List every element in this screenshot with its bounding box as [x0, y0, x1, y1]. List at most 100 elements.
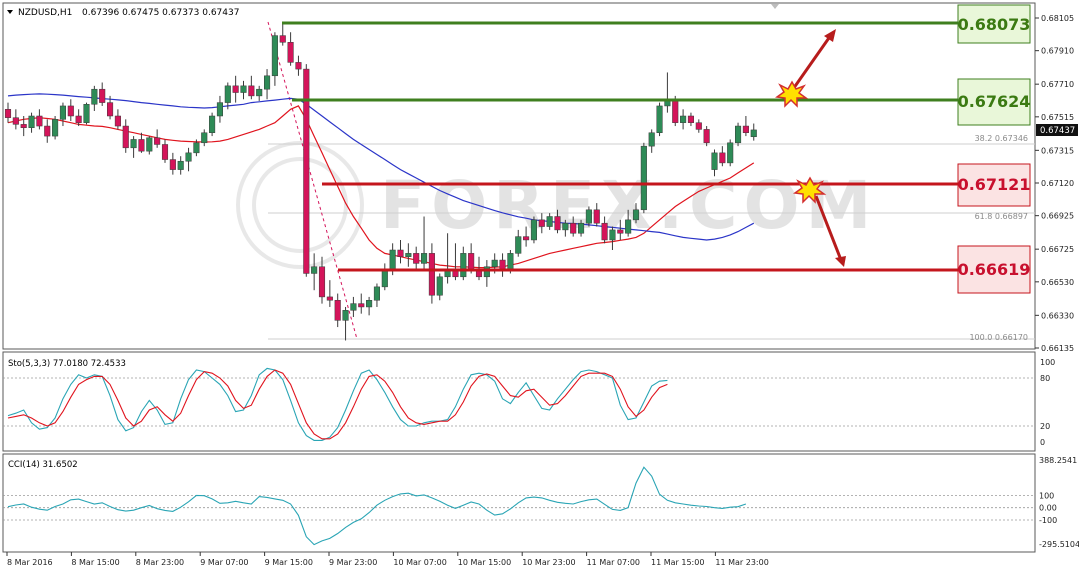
fib-label-100: 100.0 0.66170: [969, 333, 1028, 342]
time-tick-label: 11 Mar 23:00: [715, 558, 768, 567]
candle-body-bull: [83, 104, 90, 123]
candle-body-bull: [436, 276, 443, 296]
candle-body-bull: [491, 259, 498, 268]
candle-body-bear: [687, 115, 695, 123]
candle-body-bear: [742, 125, 749, 133]
candle-body-bear: [413, 253, 420, 264]
price-tick-label: 0.67120: [1041, 179, 1074, 188]
candle-body-bull: [389, 249, 396, 271]
candle: [52, 115, 59, 140]
candle-body-bull: [421, 253, 428, 264]
candle-body-bear: [523, 236, 530, 241]
symbol-label: NZDUSD,H1: [18, 8, 72, 18]
candle-body-bear: [287, 42, 294, 63]
candle-body-bear: [318, 266, 326, 298]
candle-body-bull: [193, 142, 200, 154]
time-tick-label: 9 Mar 23:00: [329, 558, 377, 567]
time-tick-label: 8 Mar 2016: [7, 558, 53, 567]
candle-body-bull: [625, 219, 632, 234]
price-tick-label: 0.68105: [1041, 14, 1074, 23]
time-tick-label: 10 Mar 07:00: [393, 558, 446, 567]
candle-body-bear: [279, 35, 286, 43]
stochastic-tick-label: 0: [1040, 438, 1045, 447]
candle-body-bear: [154, 137, 161, 145]
candle-body-bear: [99, 88, 106, 103]
candle-body-bear: [12, 117, 19, 125]
cci-tick-label: 0.00: [1039, 504, 1057, 513]
cci-tick-label: -100: [1039, 516, 1057, 525]
candle-body-bear: [703, 129, 710, 144]
candle-body-bear: [468, 253, 475, 271]
current-price-value: 0.67437: [1040, 126, 1075, 136]
candle-body-bull: [562, 222, 569, 231]
candle-body-bull: [546, 216, 553, 227]
candle: [530, 216, 538, 244]
candle-body-bear: [169, 159, 176, 170]
candle-body-bull: [578, 222, 585, 234]
candle-body-bear: [428, 253, 435, 296]
candle-body-bull: [271, 35, 278, 77]
time-tick-label: 8 Mar 15:00: [71, 558, 119, 567]
candle-body-bear: [138, 139, 145, 152]
candle-body-bear: [601, 222, 608, 241]
candle: [656, 102, 663, 137]
level-value-support-1: 0.67121: [958, 175, 1031, 194]
candle-body-bear: [719, 152, 726, 164]
candle-body-bull: [735, 125, 742, 144]
time-tick-label: 10 Mar 23:00: [522, 558, 575, 567]
candle-body-bull: [632, 209, 640, 221]
candle-body-bull: [224, 85, 231, 103]
candle-body-bull: [460, 253, 467, 278]
candle: [303, 64, 310, 277]
candle-body-bear: [67, 105, 74, 117]
candle-body-bull: [381, 269, 388, 288]
fib-label-38: 38.2 0.67346: [975, 134, 1028, 143]
candle-body-bear: [44, 125, 51, 137]
price-tick-label: 0.67710: [1041, 80, 1074, 89]
candle-body-bear: [36, 115, 43, 127]
cci-tick-label: 100: [1039, 491, 1054, 500]
candle-body-bear: [20, 124, 27, 128]
candle-body-bull: [515, 236, 522, 254]
stochastic-tick-label: 20: [1040, 422, 1050, 431]
candle-body-bear: [326, 296, 333, 301]
candle-body-bear: [570, 222, 577, 234]
time-tick-label: 10 Mar 15:00: [458, 558, 511, 567]
level-value-resistance-2: 0.68073: [958, 15, 1031, 34]
candle-body-bull: [342, 310, 349, 321]
ohlc-values: 0.67396 0.67475 0.67373 0.67437: [82, 8, 239, 18]
candle-body-bull: [656, 105, 663, 133]
candle-body-bear: [358, 303, 365, 308]
candle: [209, 112, 216, 137]
candle-body-bull: [311, 266, 318, 274]
trading-chart: FOREX.COM 38.2 0.67346 61.8 0.66897 100.…: [0, 0, 1079, 574]
candle-body-bear: [107, 102, 114, 117]
candle: [83, 102, 90, 125]
candle: [735, 122, 742, 147]
candle: [727, 139, 734, 167]
candle-body-bear: [397, 249, 404, 257]
candle-body-bear: [554, 216, 561, 231]
candle-body-bull: [727, 142, 734, 164]
candle-body-bull: [585, 209, 592, 224]
price-tick-label: 0.66135: [1041, 344, 1074, 353]
candle-body-bull: [680, 115, 687, 123]
candle-body-bull: [483, 266, 490, 278]
candle-body-bear: [695, 122, 702, 130]
candle-body-bull: [146, 137, 153, 152]
candle-body-bull: [91, 88, 98, 105]
candle-body-bull: [750, 129, 757, 138]
candle-body-bull: [648, 132, 655, 147]
candle-body-bull: [216, 102, 223, 117]
candle-body-bull: [130, 139, 137, 149]
cci-tick-label: 388.2541: [1039, 456, 1077, 465]
candle-body-bull: [530, 219, 538, 241]
cci-tick-label: -295.5104: [1039, 540, 1079, 549]
fib-label-61: 61.8 0.66897: [975, 212, 1028, 221]
candle-body-bull: [240, 85, 247, 93]
candle-body-bull: [373, 286, 380, 301]
candle: [640, 142, 647, 214]
price-tick-label: 0.66530: [1041, 278, 1074, 287]
time-tick-label: 9 Mar 07:00: [200, 558, 248, 567]
candle-body-bull: [59, 105, 67, 120]
